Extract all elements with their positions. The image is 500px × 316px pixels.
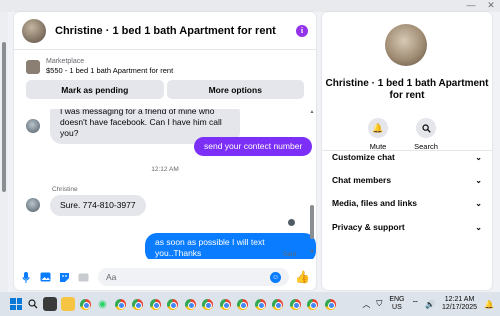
sender-avatar (26, 198, 40, 212)
wifi-icon[interactable]: ⌔ (411, 299, 419, 309)
chrome-icon[interactable] (201, 297, 215, 311)
chevron-up-icon[interactable]: ︿ (362, 299, 370, 310)
page-scrollbar[interactable] (0, 12, 8, 292)
search-icon[interactable] (26, 297, 40, 311)
windows-start-icon[interactable] (10, 298, 22, 310)
system-tray: ︿ ⛉ ENG US ⌔ 🔊 12:21 AM 12/17/2025 🔔 (359, 292, 500, 316)
file-explorer-icon[interactable] (60, 297, 75, 311)
chrome-icon[interactable] (271, 297, 285, 311)
menu-privacy-support[interactable]: Privacy & support ⌄ (332, 219, 482, 235)
menu-media-files-links[interactable]: Media, files and links ⌄ (332, 195, 482, 211)
chrome-icon[interactable] (218, 297, 232, 311)
menu-label: Customize chat (332, 152, 395, 162)
incoming-message[interactable]: Sure. 774-810-3977 (50, 195, 146, 216)
message-scrollbar-thumb[interactable] (310, 205, 314, 239)
date-label: 12/17/2025 (441, 304, 478, 311)
menu-customize-chat[interactable]: Customize chat ⌄ (332, 149, 482, 165)
mute-button[interactable]: 🔔 Mute (362, 118, 394, 151)
marketplace-label: Marketplace (46, 58, 85, 65)
notification-icon[interactable]: 🔔 (484, 300, 494, 309)
more-options-button[interactable]: More options (166, 80, 304, 99)
message-timestamp: 12:12 AM (151, 166, 179, 173)
menu-label: Privacy & support (332, 222, 405, 232)
menu-label: Media, files and links (332, 198, 418, 208)
language-label: ENG (389, 296, 405, 303)
chrome-icon[interactable] (288, 297, 302, 311)
chevron-down-icon: ⌄ (475, 175, 482, 185)
menu-label: Chat members (332, 175, 392, 185)
task-view-icon[interactable] (43, 297, 57, 311)
message-input[interactable]: Aa ☺ (98, 268, 290, 286)
clock[interactable]: 12:21 AM 12/17/2025 (442, 296, 477, 312)
photo-icon[interactable] (39, 271, 51, 283)
window-top-strip: — ✕ (0, 0, 500, 12)
gif-icon[interactable] (77, 271, 89, 283)
menu-chat-members[interactable]: Chat members ⌄ (332, 172, 482, 188)
profile-avatar[interactable] (385, 24, 427, 66)
minimize-icon[interactable]: — (462, 0, 480, 10)
emoji-icon[interactable]: ☺ (270, 271, 282, 283)
chrome-icon[interactable] (306, 297, 320, 311)
profile-name[interactable]: Christine · 1 bed 1 bath Apartment for r… (322, 78, 492, 102)
marketplace-card: Marketplace $550 - 1 bed 1 bath Apartmen… (20, 54, 310, 99)
thumbs-up-icon[interactable]: 👍 (295, 270, 310, 284)
composer: Aa ☺ 👍 (14, 264, 316, 290)
message-scrollbar[interactable]: ▲ ▼ (309, 109, 315, 255)
chrome-icon[interactable] (131, 297, 145, 311)
listing-title[interactable]: $550 - 1 bed 1 bath Apartment for rent (46, 66, 173, 75)
sender-name: Christine (52, 186, 78, 193)
info-actions: 🔔 Mute Search (362, 118, 442, 151)
sent-status: Sent (283, 251, 297, 258)
chevron-down-icon: ⌄ (475, 222, 482, 232)
sticker-icon[interactable] (58, 271, 70, 283)
seen-avatar (288, 219, 295, 226)
chrome-icon[interactable] (113, 297, 127, 311)
chrome-icon[interactable] (166, 297, 180, 311)
chrome-icon[interactable] (253, 297, 267, 311)
chat-title[interactable]: Christine · 1 bed 1 bath Apartment for r… (55, 25, 276, 37)
outgoing-message[interactable]: send your contect number (194, 137, 313, 156)
volume-icon[interactable]: 🔊 (425, 300, 435, 309)
page-scrollbar-thumb[interactable] (2, 42, 6, 192)
listing-thumbnail[interactable] (26, 59, 40, 74)
message-list: I was messaging for a friend of mine who… (14, 109, 316, 259)
chat-header: Christine · 1 bed 1 bath Apartment for r… (14, 12, 316, 50)
shield-icon[interactable]: ⛉ (376, 299, 382, 309)
chat-panel: Christine · 1 bed 1 bath Apartment for r… (14, 12, 316, 290)
chevron-down-icon: ⌄ (475, 198, 482, 208)
taskbar: ◉ ︿ ⛉ ENG US ⌔ 🔊 12:21 AM 12/17/2025 🔔 (0, 292, 500, 316)
chrome-icon[interactable] (323, 297, 337, 311)
contact-avatar[interactable] (22, 18, 46, 43)
language-indicator[interactable]: ENG US (389, 296, 404, 312)
search-button[interactable]: Search (410, 118, 442, 151)
chevron-down-icon: ⌄ (475, 152, 482, 162)
bell-icon: 🔔 (368, 118, 388, 138)
scroll-up-icon[interactable]: ▲ (309, 109, 315, 115)
chrome-icon[interactable] (78, 297, 92, 311)
chrome-icon[interactable] (148, 297, 162, 311)
microphone-icon[interactable] (20, 271, 32, 283)
search-icon (416, 118, 436, 138)
chrome-icon[interactable] (183, 297, 197, 311)
scroll-down-icon[interactable]: ▼ (309, 249, 315, 255)
sender-avatar (26, 119, 40, 133)
message-input-placeholder: Aa (106, 272, 117, 282)
region-label: US (392, 304, 402, 311)
chrome-icon[interactable] (236, 297, 250, 311)
time-label: 12:21 AM (444, 296, 475, 303)
conversation-info-panel: Christine · 1 bed 1 bath Apartment for r… (322, 12, 492, 290)
close-window-icon[interactable]: ✕ (482, 0, 500, 10)
info-icon[interactable]: i (296, 24, 308, 37)
whatsapp-icon[interactable]: ◉ (96, 297, 110, 311)
mark-as-pending-button[interactable]: Mark as pending (26, 80, 164, 99)
